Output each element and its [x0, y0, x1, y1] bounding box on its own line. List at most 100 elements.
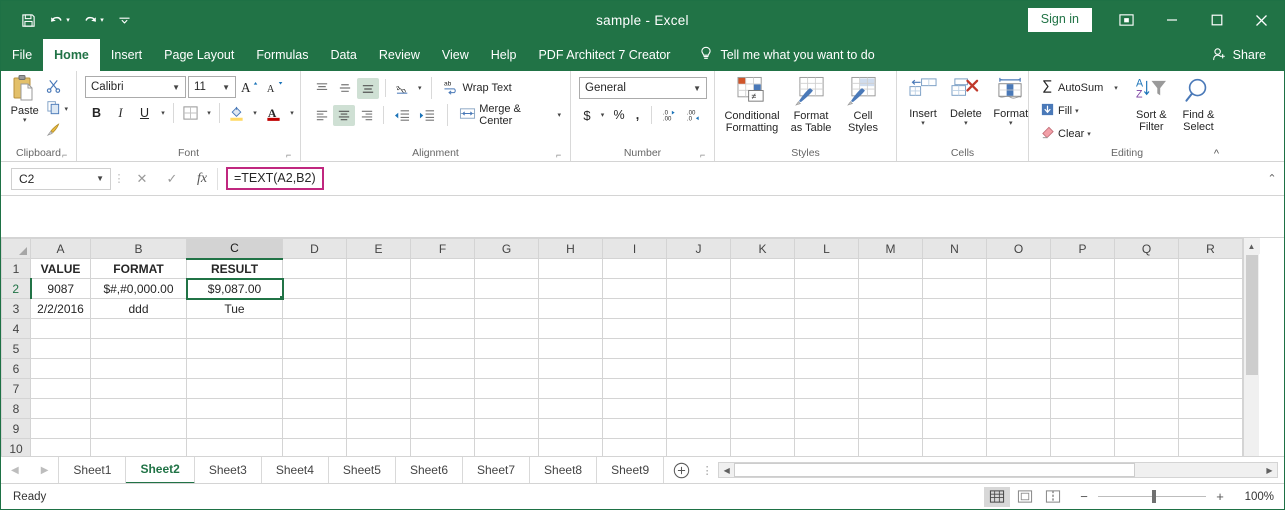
cell-d3[interactable] [282, 298, 347, 319]
insert-cells-button[interactable]: Insert ▾ [903, 74, 943, 129]
cell-a2[interactable]: 9087 [30, 278, 91, 299]
cell-l10[interactable] [794, 438, 859, 456]
column-header-h[interactable]: H [538, 238, 603, 259]
chevron-down-icon[interactable]: ▼ [169, 83, 183, 92]
cell-d10[interactable] [282, 438, 347, 456]
cell-l5[interactable] [794, 338, 859, 359]
cell-i5[interactable] [602, 338, 667, 359]
cell-h8[interactable] [538, 398, 603, 419]
cell-b3[interactable]: ddd [90, 298, 187, 319]
sheet-tab-sheet2[interactable]: Sheet2 [126, 456, 195, 484]
increase-decimal-button[interactable]: .0.00 [658, 104, 680, 126]
cell-k3[interactable] [730, 298, 795, 319]
cell-i7[interactable] [602, 378, 667, 399]
format-as-table-button[interactable]: Format as Table [784, 74, 838, 137]
cell-r8[interactable] [1178, 398, 1243, 419]
cell-j6[interactable] [666, 358, 731, 379]
row-header-1[interactable]: 1 [1, 258, 31, 279]
cell-j9[interactable] [666, 418, 731, 439]
cell-l9[interactable] [794, 418, 859, 439]
chevron-right-icon[interactable]: ▶ [37, 465, 53, 476]
fill-color-dropdown-icon[interactable]: ▾ [249, 102, 261, 124]
column-header-q[interactable]: Q [1114, 238, 1179, 259]
italic-button[interactable]: I [109, 102, 132, 124]
cell-i3[interactable] [602, 298, 667, 319]
cell-b8[interactable] [90, 398, 187, 419]
paste-dropdown-icon[interactable]: ▾ [23, 117, 27, 124]
underline-dropdown-icon[interactable]: ▾ [157, 102, 169, 124]
column-header-o[interactable]: O [986, 238, 1051, 259]
clear-button[interactable]: Clear ▾ [1037, 123, 1121, 145]
vertical-scroll-thumb[interactable] [1245, 255, 1258, 375]
cell-b5[interactable] [90, 338, 187, 359]
cell-h1[interactable] [538, 258, 603, 279]
cell-e1[interactable] [346, 258, 411, 279]
top-align-button[interactable] [311, 78, 333, 99]
cell-n3[interactable] [922, 298, 987, 319]
cell-h4[interactable] [538, 318, 603, 339]
font-name-select[interactable]: Calibri ▼ [85, 76, 186, 98]
cell-e9[interactable] [346, 418, 411, 439]
cell-a8[interactable] [30, 398, 91, 419]
wrap-text-button[interactable]: ab Wrap Text [440, 77, 515, 99]
number-format-select[interactable]: General ▼ [579, 77, 707, 99]
cell-a4[interactable] [30, 318, 91, 339]
cell-a9[interactable] [30, 418, 91, 439]
add-sheet-button[interactable] [664, 462, 698, 479]
cell-n2[interactable] [922, 278, 987, 299]
insert-cells-dropdown-icon[interactable]: ▾ [921, 120, 925, 127]
cell-l7[interactable] [794, 378, 859, 399]
cell-m9[interactable] [858, 418, 923, 439]
cell-g9[interactable] [474, 418, 539, 439]
copy-dropdown-icon[interactable]: ▾ [64, 106, 68, 113]
ribbon-display-options-icon[interactable] [1104, 1, 1149, 39]
fill-dropdown-icon[interactable]: ▾ [1075, 108, 1079, 115]
cell-m4[interactable] [858, 318, 923, 339]
cell-o9[interactable] [986, 418, 1051, 439]
cell-e3[interactable] [346, 298, 411, 319]
cell-k6[interactable] [730, 358, 795, 379]
cell-b6[interactable] [90, 358, 187, 379]
cell-a6[interactable] [30, 358, 91, 379]
cell-e8[interactable] [346, 398, 411, 419]
cell-g2[interactable] [474, 278, 539, 299]
cell-o8[interactable] [986, 398, 1051, 419]
tab-view[interactable]: View [431, 39, 480, 71]
name-box[interactable]: C2 ▼ [11, 167, 111, 190]
cell-a7[interactable] [30, 378, 91, 399]
cell-f10[interactable] [410, 438, 475, 456]
cell-m5[interactable] [858, 338, 923, 359]
cell-e5[interactable] [346, 338, 411, 359]
decrease-indent-button[interactable] [390, 105, 413, 126]
cell-m6[interactable] [858, 358, 923, 379]
tab-file[interactable]: File [1, 39, 43, 71]
cell-m3[interactable] [858, 298, 923, 319]
cell-q9[interactable] [1114, 418, 1179, 439]
bottom-align-button[interactable] [357, 77, 379, 99]
select-all-button[interactable] [1, 238, 31, 259]
cell-q3[interactable] [1114, 298, 1179, 319]
column-header-d[interactable]: D [282, 238, 347, 259]
cell-e6[interactable] [346, 358, 411, 379]
cell-o1[interactable] [986, 258, 1051, 279]
column-header-a[interactable]: A [30, 238, 91, 259]
alignment-dialog-launcher[interactable]: ⌐ [556, 150, 566, 160]
cell-k9[interactable] [730, 418, 795, 439]
collapse-ribbon-icon[interactable]: ^ [1214, 148, 1219, 160]
zoom-slider[interactable] [1098, 490, 1206, 503]
cell-h10[interactable] [538, 438, 603, 456]
sheet-tab-sheet7[interactable]: Sheet7 [463, 456, 531, 484]
cell-g4[interactable] [474, 318, 539, 339]
cell-m2[interactable] [858, 278, 923, 299]
tab-data[interactable]: Data [319, 39, 367, 71]
scroll-right-icon[interactable]: ▶ [1262, 463, 1277, 477]
autosum-button[interactable]: AutoSum ▾ [1037, 77, 1121, 99]
row-header-5[interactable]: 5 [1, 338, 31, 359]
cell-f5[interactable] [410, 338, 475, 359]
minimize-icon[interactable] [1149, 1, 1194, 39]
cell-n6[interactable] [922, 358, 987, 379]
cell-i4[interactable] [602, 318, 667, 339]
cell-g3[interactable] [474, 298, 539, 319]
cell-o3[interactable] [986, 298, 1051, 319]
orientation-button[interactable]: ab [392, 78, 416, 99]
